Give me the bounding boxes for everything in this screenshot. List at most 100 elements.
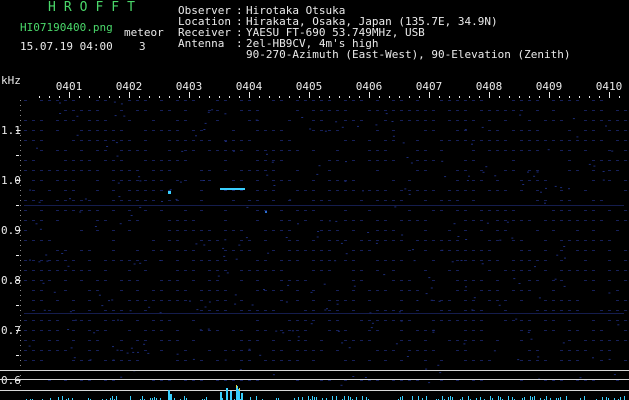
noise-mark	[488, 360, 491, 361]
noise-mark	[40, 210, 43, 211]
noise-mark	[528, 100, 531, 101]
noise-mark	[496, 110, 499, 111]
noise-mark	[104, 130, 107, 131]
noise-mark	[192, 230, 195, 231]
noise-mark	[552, 290, 555, 291]
noise-mark	[480, 110, 483, 111]
noise-speck	[130, 215, 133, 216]
noise-speck	[494, 175, 497, 177]
noise-mark	[624, 120, 627, 121]
noise-mark	[560, 150, 563, 151]
noise-mark	[392, 260, 395, 261]
noise-mark	[168, 300, 171, 301]
noise-mark	[512, 100, 515, 101]
noise-mark	[112, 170, 115, 171]
noise-mark	[408, 180, 411, 181]
noise-mark	[456, 280, 459, 281]
noise-speck	[285, 301, 288, 303]
noise-mark	[560, 140, 563, 141]
noise-mark	[448, 100, 451, 101]
noise-mark	[384, 200, 387, 201]
noise-mark	[560, 120, 563, 121]
noise-mark	[88, 130, 91, 131]
noise-speck	[159, 260, 162, 261]
time-label: 0407	[416, 80, 443, 93]
noise-mark	[512, 320, 515, 321]
noise-mark	[544, 320, 547, 321]
noise-mark	[160, 170, 163, 171]
time-tick	[279, 96, 280, 98]
noise-mark	[232, 350, 235, 351]
noise-speck	[375, 242, 378, 244]
noise-mark	[168, 160, 171, 161]
noise-mark	[304, 100, 307, 101]
noise-mark	[96, 350, 99, 351]
noise-mark	[584, 120, 587, 121]
noise-mark	[424, 160, 427, 161]
noise-mark	[264, 160, 267, 161]
noise-speck	[385, 113, 388, 115]
noise-mark	[552, 330, 555, 331]
time-tick	[59, 96, 60, 98]
noise-mark	[248, 200, 251, 201]
noise-mark	[576, 300, 579, 301]
noise-mark	[528, 320, 531, 321]
noise-speck	[204, 306, 207, 308]
noise-mark	[544, 300, 547, 301]
noise-mark	[464, 220, 467, 221]
noise-speck	[59, 113, 62, 114]
noise-speck	[357, 125, 359, 127]
noise-mark	[608, 310, 611, 311]
time-tick	[529, 96, 530, 98]
noise-mark	[104, 260, 107, 261]
noise-mark	[352, 230, 355, 231]
noise-mark	[64, 280, 67, 281]
time-major-tick	[489, 92, 490, 98]
noise-speck	[28, 345, 31, 347]
noise-mark	[296, 320, 299, 321]
meteor-echo-faint	[265, 211, 267, 213]
noise-mark	[216, 100, 219, 101]
noise-mark	[376, 200, 379, 201]
noise-mark	[624, 330, 627, 331]
noise-mark	[504, 190, 507, 191]
noise-mark	[224, 150, 227, 151]
noise-mark	[376, 220, 379, 221]
noise-mark	[176, 220, 179, 221]
time-tick	[169, 96, 170, 98]
noise-mark	[24, 230, 27, 231]
noise-mark	[496, 180, 499, 181]
spectrum-bar	[624, 396, 625, 400]
noise-speck	[370, 327, 373, 329]
noise-speck	[117, 182, 120, 184]
noise-mark	[464, 290, 467, 291]
axis-dot	[20, 280, 21, 281]
noise-mark	[432, 280, 435, 281]
noise-speck	[611, 150, 614, 152]
noise-mark	[456, 190, 459, 191]
noise-mark	[440, 100, 443, 101]
noise-speck	[61, 253, 64, 254]
noise-speck	[132, 351, 135, 353]
noise-mark	[200, 200, 203, 201]
noise-mark	[448, 200, 451, 201]
noise-mark	[144, 340, 147, 341]
noise-mark	[64, 250, 67, 251]
noise-mark	[600, 330, 603, 331]
noise-mark	[608, 350, 611, 351]
noise-mark	[448, 110, 451, 111]
axis-dot	[20, 265, 21, 266]
noise-speck	[334, 260, 337, 262]
noise-mark	[368, 250, 371, 251]
noise-mark	[152, 120, 155, 121]
noise-mark	[504, 300, 507, 301]
noise-mark	[440, 310, 443, 311]
noise-mark	[520, 380, 523, 381]
noise-mark	[608, 270, 611, 271]
axis-dot	[20, 340, 21, 341]
noise-mark	[320, 250, 323, 251]
noise-mark	[528, 290, 531, 291]
noise-mark	[40, 350, 43, 351]
noise-mark	[328, 250, 331, 251]
noise-mark	[480, 310, 483, 311]
